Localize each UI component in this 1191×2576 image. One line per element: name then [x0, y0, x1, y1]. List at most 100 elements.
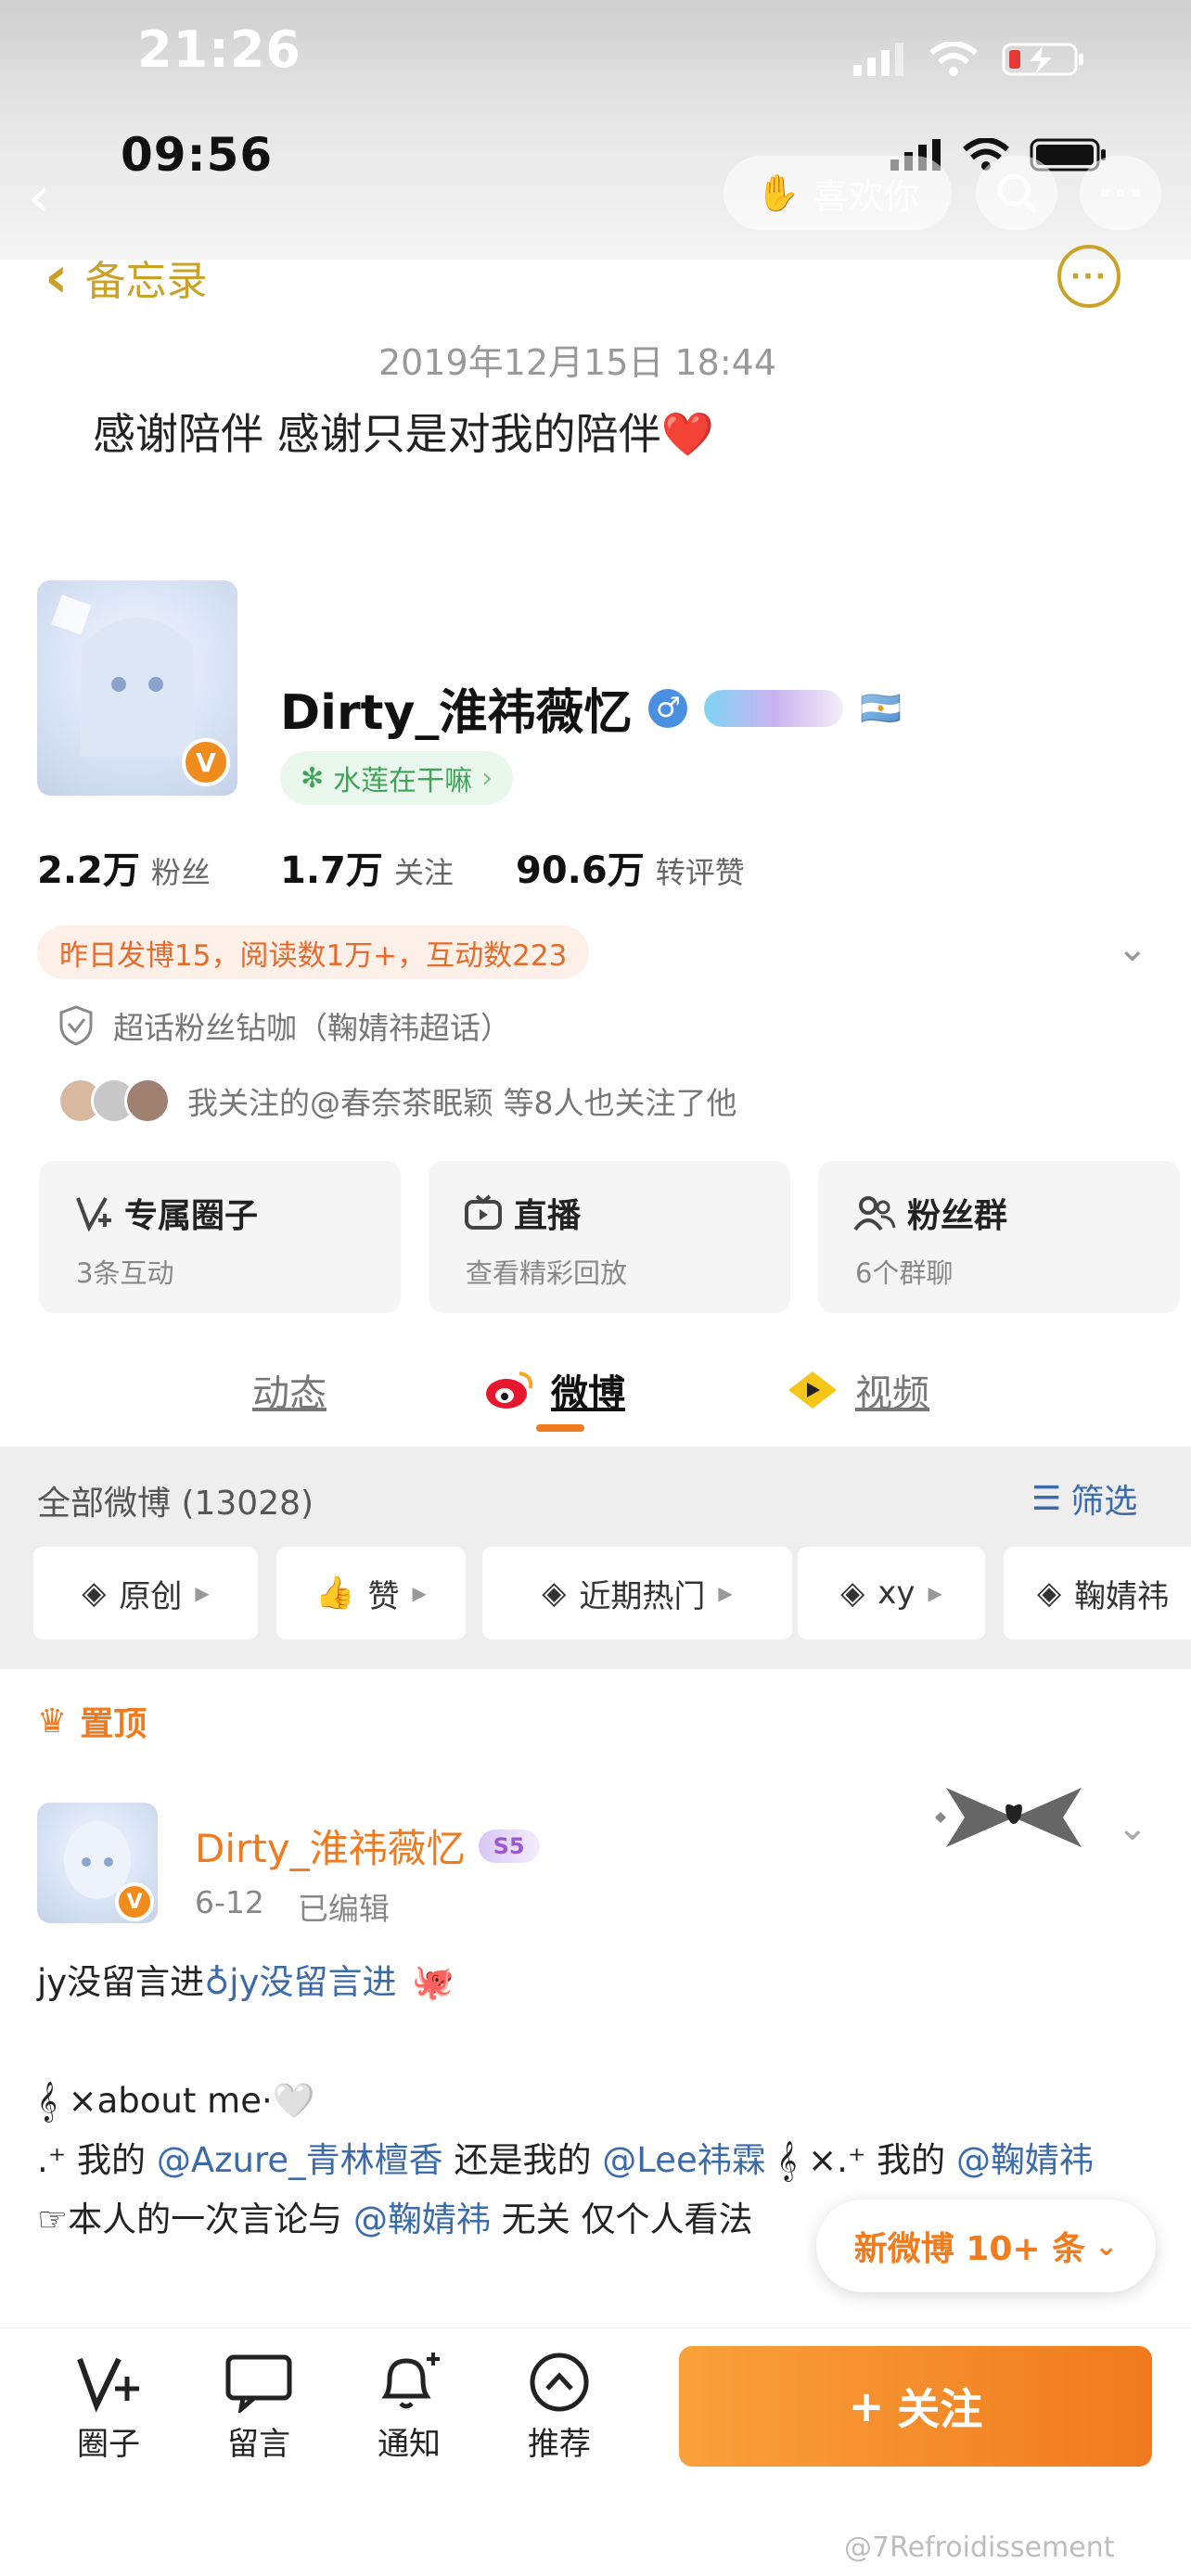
- status-time-inner: 09:56: [121, 128, 274, 182]
- circle-v-icon: [77, 2357, 139, 2413]
- mention-lee[interactable]: @Lee祎霖: [602, 2140, 766, 2180]
- search-icon: [997, 173, 1037, 213]
- search-button[interactable]: [976, 156, 1057, 230]
- super-topic-link-icon: ♁: [204, 1962, 230, 2002]
- more-button[interactable]: ···: [1080, 156, 1161, 230]
- layers-icon: ◈: [840, 1575, 865, 1612]
- expand-chevron-icon[interactable]: ⌄: [1117, 927, 1148, 970]
- memo-back-button[interactable]: ‹ 备忘录: [45, 243, 208, 311]
- male-icon: ♂: [648, 688, 688, 728]
- more-dots-icon: ···: [1069, 260, 1108, 293]
- hand-like-icon: ✋: [756, 172, 800, 213]
- tab-weibo[interactable]: 微博: [484, 1363, 625, 1417]
- all-weibo-count: 全部微博 (13028): [37, 1485, 314, 1523]
- video-play-icon: [788, 1371, 837, 1409]
- post-menu-chevron-icon[interactable]: ⌄: [1117, 1806, 1148, 1849]
- active-tab-indicator: [536, 1424, 584, 1432]
- card-exclusive-circle[interactable]: 专属圈子 3条互动: [39, 1161, 401, 1313]
- nav-message[interactable]: 留言: [224, 2352, 293, 2464]
- chip-xy[interactable]: ◈ xy ▶: [798, 1547, 985, 1639]
- stat-fans[interactable]: 2.2万 粉丝: [37, 840, 211, 894]
- layers-icon: ◈: [542, 1575, 567, 1612]
- nav-notify[interactable]: 通知: [375, 2352, 443, 2464]
- card-fan-group[interactable]: 粉丝群 6个群聊: [818, 1161, 1180, 1313]
- decoration-bow-icon: [935, 1788, 1082, 1847]
- chip-jujingyi[interactable]: ◈ 鞠婧祎: [1004, 1547, 1191, 1639]
- chip-original[interactable]: ◈ 原创 ▶: [33, 1547, 258, 1639]
- avatar: [124, 1078, 171, 1124]
- post-date: 6-12: [195, 1884, 264, 1920]
- layers-icon: ◈: [82, 1575, 107, 1612]
- post-meta: 6-12 已编辑: [195, 1884, 390, 1929]
- double-chevron-down-icon: ⌄: [1095, 2229, 1119, 2263]
- chip-likes[interactable]: 👍 赞 ▶: [276, 1547, 466, 1639]
- post-line-1: jy没留言进 ♁ jy没留言进 🐙: [37, 1953, 1150, 2012]
- mutual-avatars: [58, 1078, 171, 1124]
- post-line-2: 𝄞 ×about me·🤍: [37, 2081, 315, 2121]
- sparkle-icon: ✻: [301, 761, 325, 795]
- verified-badge-icon: V: [115, 1882, 154, 1921]
- crown-icon: ♛: [37, 1702, 68, 1741]
- verified-badge-icon: V: [182, 738, 230, 786]
- mutual-follow-row[interactable]: 我关注的@春奈茶眠颖 等8人也关注了他: [58, 1078, 737, 1124]
- more-dots-icon: ···: [1096, 169, 1145, 217]
- mention-jujingyi-2[interactable]: @鞠婧祎: [353, 2200, 491, 2239]
- memo-text: 感谢陪伴 感谢只是对我的陪伴❤️: [93, 409, 714, 459]
- weibo-logo-icon: [486, 1371, 533, 1409]
- thumbs-up-icon: 👍: [315, 1575, 355, 1612]
- plus-icon: +: [848, 2381, 885, 2431]
- card-live[interactable]: 直播 查看精彩回放: [429, 1161, 790, 1313]
- status-time-outer: 21:26: [137, 20, 301, 79]
- message-icon: [225, 2354, 292, 2413]
- status-icons-outer: [853, 41, 1085, 78]
- filter-icon: ☰: [1031, 1479, 1062, 1518]
- emoji-icon: 🐙: [411, 1962, 455, 2002]
- post-link-1[interactable]: jy没留言进: [229, 1953, 396, 2012]
- chevron-left-icon: ‹: [45, 243, 69, 311]
- live-tv-icon: [465, 1194, 502, 1230]
- bell-plus-icon: [381, 2353, 440, 2409]
- super-topic-row[interactable]: 超话粉丝钻咖（鞠婧祎超话）: [58, 1003, 511, 1048]
- watermark: @7Refroidissement: [844, 2531, 1115, 2564]
- wifi-icon: [929, 42, 978, 76]
- battery-charging-icon: [1002, 43, 1083, 76]
- triangle-right-icon: ▶: [412, 1582, 427, 1604]
- filter-button[interactable]: ☰ 筛选: [1031, 1474, 1137, 1523]
- layers-icon: ◈: [1037, 1575, 1062, 1612]
- mention-jujingyi[interactable]: @鞠婧祎: [956, 2140, 1094, 2180]
- topic-tag[interactable]: ✻ 水莲在干嘛 ›: [280, 751, 514, 805]
- flag-icon: 🇦🇷: [860, 689, 903, 728]
- stat-interactions[interactable]: 90.6万 转评赞: [516, 840, 745, 894]
- tab-dynamics[interactable]: 动态: [252, 1363, 327, 1417]
- circle-v-icon: [76, 1197, 111, 1231]
- signal-icon: [853, 43, 903, 76]
- triangle-right-icon: ▶: [928, 1582, 942, 1604]
- nav-circle[interactable]: 圈子: [74, 2352, 143, 2464]
- member-badge-icon: [704, 689, 844, 727]
- new-posts-button[interactable]: 新微博 10+ 条 ⌄: [816, 2200, 1156, 2292]
- level-badge: S5: [478, 1829, 540, 1863]
- triangle-right-icon: ▶: [718, 1582, 733, 1604]
- post-line-3: .⁺ 我的 @Azure_青林檀香 还是我的 @Lee祎霖 𝄞 ×.⁺ 我的 @…: [37, 2140, 1094, 2180]
- back-icon[interactable]: ‹: [28, 165, 50, 230]
- triangle-right-icon: ▶: [195, 1582, 210, 1604]
- post-author-row[interactable]: Dirty_淮祎薇忆 S5: [195, 1817, 540, 1874]
- group-icon: [853, 1196, 896, 1231]
- stat-following[interactable]: 1.7万 关注: [280, 840, 454, 894]
- pinned-label: ♛ 置顶: [37, 1702, 147, 1744]
- post-edited: 已编辑: [297, 1891, 390, 1927]
- activity-notice: 昨日发博15，阅读数1万+，互动数223: [37, 925, 590, 979]
- memo-date: 2019年12月15日 18:44: [378, 342, 777, 383]
- memo-more-button[interactable]: ···: [1057, 245, 1121, 308]
- like-you-button[interactable]: ✋ 喜欢你: [724, 156, 952, 230]
- profile-name: Dirty_淮祎薇忆: [280, 685, 633, 741]
- mention-azure[interactable]: @Azure_青林檀香: [157, 2140, 443, 2180]
- chevron-up-circle-icon: [530, 2353, 589, 2412]
- follow-button[interactable]: + 关注: [679, 2346, 1152, 2467]
- profile-name-row: Dirty_淮祎薇忆 ♂ 🇦🇷: [280, 673, 902, 743]
- nav-recommend[interactable]: 推荐: [525, 2352, 594, 2464]
- chip-recent-hot[interactable]: ◈ 近期热门 ▶: [482, 1547, 792, 1639]
- shield-icon: [59, 1005, 93, 1046]
- tab-video[interactable]: 视频: [787, 1363, 929, 1417]
- chevron-right-icon: ›: [481, 761, 493, 795]
